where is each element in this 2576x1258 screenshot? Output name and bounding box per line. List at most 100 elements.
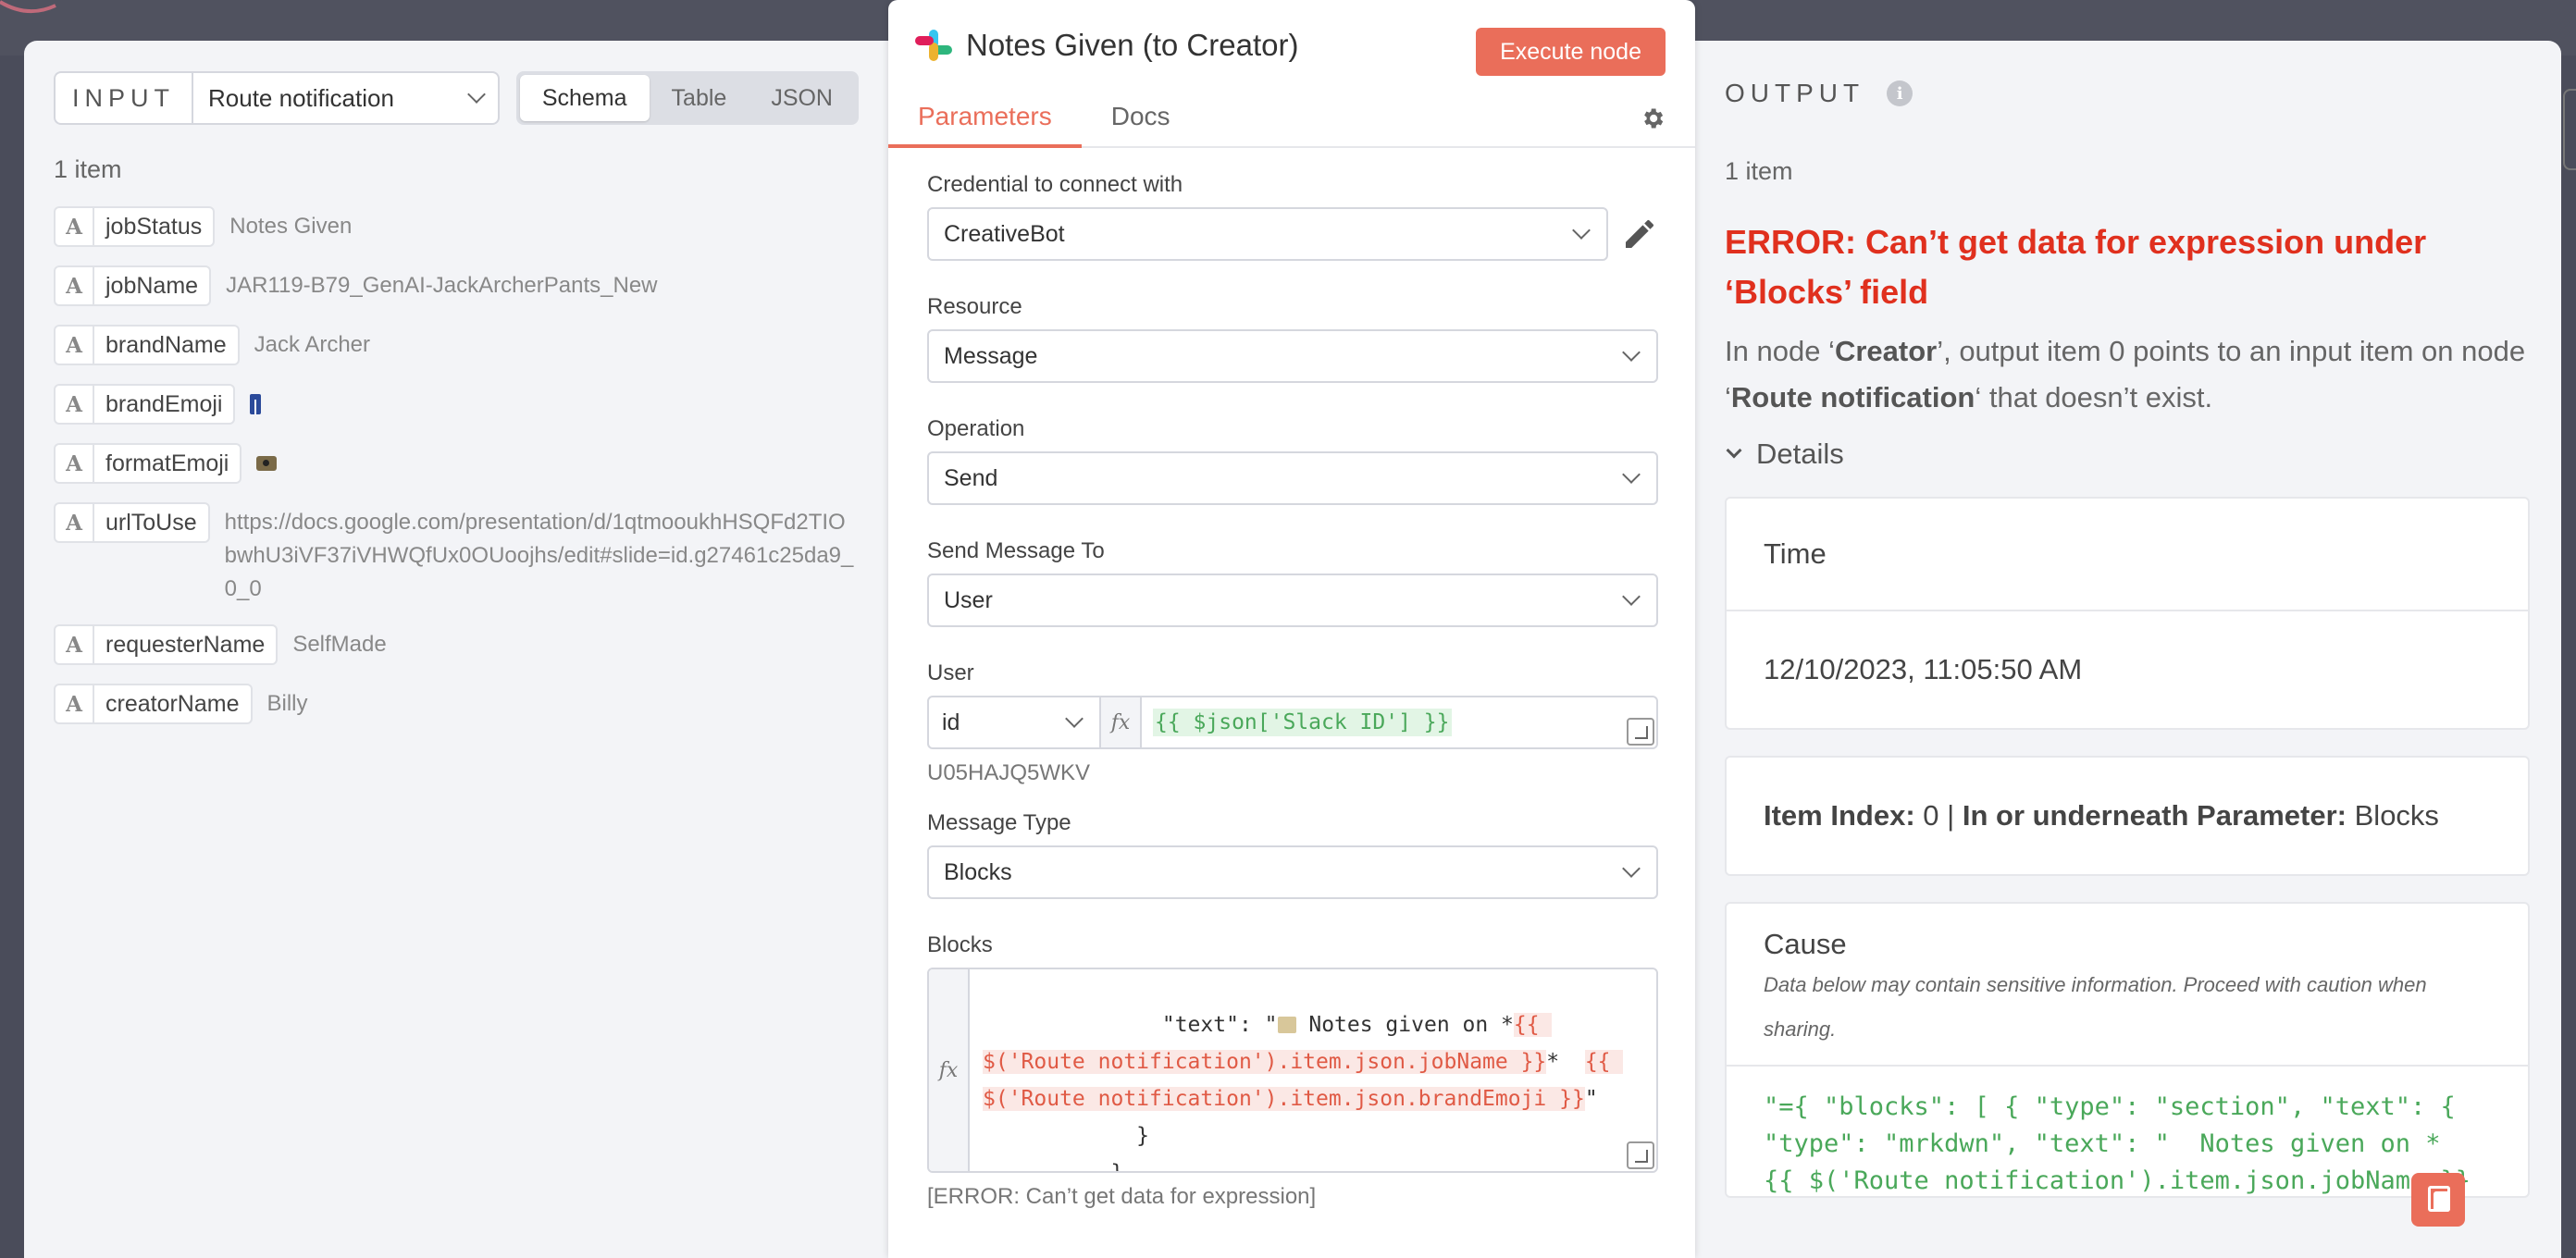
schema-value: https://docs.google.com/presentation/d/1… bbox=[224, 510, 854, 601]
blocks-editor[interactable]: fx "text": " Notes given on *{{ $('Route… bbox=[927, 968, 1658, 1173]
error-description: In node ‘Creator’, output item 0 points … bbox=[1725, 335, 2526, 413]
blocks-code: "text": " Notes given on *{{ $('Route no… bbox=[983, 1013, 1624, 1173]
schema-key[interactable]: jobStatus bbox=[94, 206, 216, 247]
schema-key[interactable]: jobName bbox=[94, 265, 212, 306]
time-value: 12/10/2023, 11:05:50 AM bbox=[1727, 610, 2528, 728]
camera-emoji-icon bbox=[256, 456, 278, 471]
gear-icon[interactable] bbox=[1640, 105, 1666, 131]
output-panel: OUTPUT i 1 item ERROR: Can’t get data fo… bbox=[1725, 70, 2530, 1198]
item-index-value: 0 bbox=[1923, 799, 1939, 832]
schema-key[interactable]: requesterName bbox=[94, 624, 279, 665]
cause-note: Data below may contain sensitive informa… bbox=[1764, 973, 2427, 1041]
chevron-down-icon bbox=[1622, 587, 1641, 606]
schema-row: A creatorName Billy bbox=[54, 684, 859, 724]
schema-row: A brandName Jack Archer bbox=[54, 325, 859, 365]
resource-select[interactable]: Message bbox=[927, 329, 1658, 383]
message-type-label: Message Type bbox=[927, 810, 1071, 835]
string-type-icon: A bbox=[54, 325, 94, 365]
fx-icon: fx bbox=[1101, 697, 1142, 747]
time-label: Time bbox=[1764, 537, 1827, 570]
tab-parameters[interactable]: Parameters bbox=[888, 102, 1082, 148]
schema-key[interactable]: creatorName bbox=[94, 684, 253, 724]
info-icon[interactable]: i bbox=[1887, 80, 1913, 106]
send-to-select-value: User bbox=[944, 586, 993, 613]
schema-value: Jack Archer bbox=[254, 332, 371, 357]
item-index-card: Item Index: 0 | In or underneath Paramet… bbox=[1725, 756, 2530, 876]
send-to-label: Send Message To bbox=[927, 538, 1105, 563]
item-index-label: Item Index: bbox=[1764, 799, 1915, 832]
operation-select[interactable]: Send bbox=[927, 451, 1658, 505]
expand-icon[interactable] bbox=[1627, 718, 1654, 746]
user-expression-input[interactable]: {{ $json['Slack ID'] }} bbox=[1142, 697, 1656, 747]
schema-list: A jobStatus Notes Given A jobName JAR119… bbox=[54, 206, 859, 724]
cause-card: Cause Data below may contain sensitive i… bbox=[1725, 902, 2530, 1198]
schema-row: A urlToUse https://docs.google.com/prese… bbox=[54, 502, 859, 606]
copy-icon[interactable] bbox=[2411, 1173, 2465, 1227]
user-mode-value: id bbox=[942, 709, 960, 735]
schema-value bbox=[256, 443, 278, 481]
input-node-select-value: Route notification bbox=[208, 83, 394, 112]
parameters-form: Credential to connect with CreativeBot R… bbox=[927, 172, 1658, 1243]
string-type-icon: A bbox=[54, 384, 94, 425]
node-header: Notes Given (to Creator) Execute node Pa… bbox=[888, 0, 1695, 148]
memo-emoji-icon bbox=[1277, 1017, 1296, 1033]
input-panel-label: INPUT bbox=[54, 71, 192, 125]
view-tab-table[interactable]: Table bbox=[650, 75, 749, 121]
send-to-select[interactable]: User bbox=[927, 574, 1658, 627]
fx-icon: fx bbox=[929, 969, 970, 1171]
user-mode-select[interactable]: id bbox=[929, 697, 1101, 747]
time-card: Time 12/10/2023, 11:05:50 AM bbox=[1725, 497, 2530, 730]
execute-node-button[interactable]: Execute node bbox=[1476, 28, 1666, 76]
cause-label: Cause bbox=[1764, 928, 1847, 960]
view-tab-json[interactable]: JSON bbox=[749, 75, 855, 121]
schema-value: Notes Given bbox=[229, 214, 353, 239]
chevron-down-icon bbox=[1622, 465, 1641, 484]
tab-docs[interactable]: Docs bbox=[1111, 102, 1170, 148]
canvas-edge-handle bbox=[2563, 89, 2576, 170]
schema-row: A brandEmoji bbox=[54, 384, 859, 425]
string-type-icon: A bbox=[54, 443, 94, 484]
schema-row: A formatEmoji bbox=[54, 443, 859, 484]
user-field: id fx {{ $json['Slack ID'] }} bbox=[927, 696, 1658, 749]
node-settings-panel: Notes Given (to Creator) Execute node Pa… bbox=[888, 0, 1695, 1258]
resource-select-value: Message bbox=[944, 342, 1038, 369]
input-view-switch: Schema Table JSON bbox=[515, 71, 859, 125]
parameter-label: In or underneath Parameter: bbox=[1962, 799, 2347, 832]
credential-label: Credential to connect with bbox=[927, 172, 1183, 197]
output-panel-label: OUTPUT bbox=[1725, 79, 1865, 107]
error-title: ERROR: Can’t get data for expression und… bbox=[1725, 223, 2427, 311]
schema-value: JAR119-B79_GenAI-JackArcherPants_New bbox=[226, 273, 658, 298]
view-tab-schema[interactable]: Schema bbox=[519, 75, 650, 121]
jeans-emoji-icon bbox=[250, 394, 262, 414]
slack-icon bbox=[915, 30, 952, 61]
input-node-select[interactable]: Route notification bbox=[192, 71, 500, 125]
schema-key[interactable]: brandName bbox=[94, 325, 240, 365]
user-expression-text: {{ $json['Slack ID'] }} bbox=[1153, 709, 1452, 736]
input-panel: INPUT Route notification Schema Table JS… bbox=[54, 70, 859, 743]
chevron-down-icon bbox=[1726, 442, 1742, 459]
string-type-icon: A bbox=[54, 265, 94, 306]
expand-icon[interactable] bbox=[1627, 1141, 1654, 1169]
credential-select[interactable]: CreativeBot bbox=[927, 207, 1608, 261]
schema-key[interactable]: urlToUse bbox=[94, 502, 210, 543]
pencil-icon[interactable] bbox=[1621, 216, 1658, 253]
message-type-select-value: Blocks bbox=[944, 858, 1012, 885]
schema-key[interactable]: brandEmoji bbox=[94, 384, 236, 425]
chevron-down-icon bbox=[466, 85, 486, 104]
canvas-connection-fragment bbox=[0, 0, 56, 14]
chevron-down-icon bbox=[1622, 343, 1641, 362]
schema-key[interactable]: formatEmoji bbox=[94, 443, 242, 484]
cause-code[interactable]: "={ "blocks": [ { "type": "section", "te… bbox=[1727, 1065, 2528, 1196]
operation-label: Operation bbox=[927, 416, 1025, 441]
node-title[interactable]: Notes Given (to Creator) bbox=[966, 28, 1298, 63]
schema-row: A jobName JAR119-B79_GenAI-JackArcherPan… bbox=[54, 265, 859, 306]
message-type-select[interactable]: Blocks bbox=[927, 845, 1658, 899]
schema-row: A requesterName SelfMade bbox=[54, 624, 859, 665]
credential-select-value: CreativeBot bbox=[944, 220, 1065, 247]
resource-label: Resource bbox=[927, 294, 1022, 319]
user-resolved-hint: U05HAJQ5WKV bbox=[927, 760, 1091, 785]
chevron-down-icon bbox=[1572, 221, 1591, 240]
schema-row: A jobStatus Notes Given bbox=[54, 206, 859, 247]
details-toggle[interactable]: Details bbox=[1725, 438, 2530, 471]
schema-value: SelfMade bbox=[292, 632, 387, 657]
